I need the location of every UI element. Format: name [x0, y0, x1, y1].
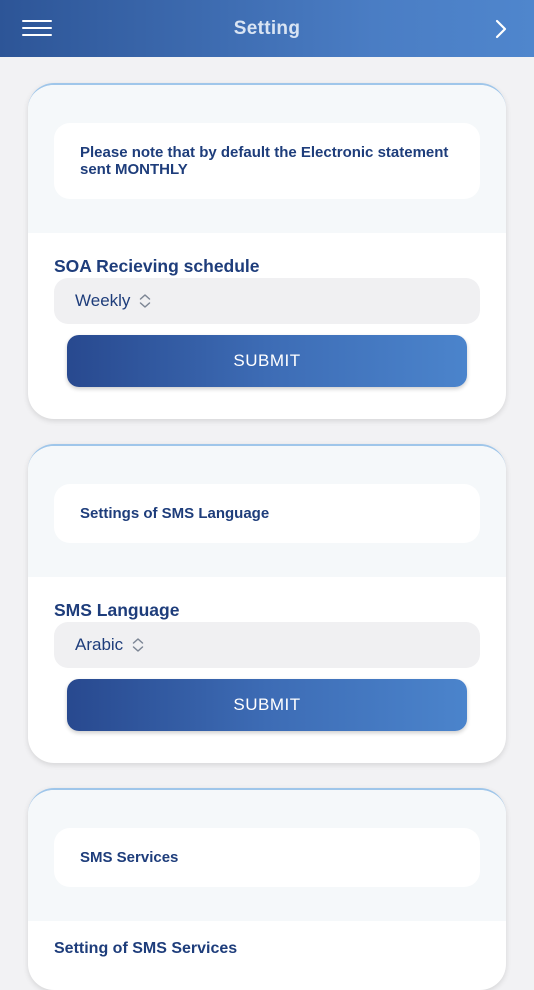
sms-services-note: SMS Services: [80, 849, 179, 866]
soa-schedule-card: Please note that by default the Electron…: [28, 83, 506, 419]
soa-schedule-label: SOA Recieving schedule: [54, 256, 260, 276]
sms-language-note: Settings of SMS Language: [80, 505, 270, 522]
sms-services-label: Setting of SMS Services: [54, 940, 238, 957]
chevron-up-down-icon: [138, 293, 152, 309]
chevron-up-down-icon: [131, 637, 145, 653]
sms-language-select[interactable]: Arabic: [54, 622, 480, 668]
page-title: Setting: [233, 17, 301, 39]
note-box: SMS Services: [54, 828, 480, 887]
soa-schedule-select[interactable]: Weekly: [54, 278, 480, 324]
sms-language-label: SMS Language: [54, 600, 180, 620]
hamburger-menu-icon[interactable]: [20, 18, 54, 40]
app-header: Setting: [0, 0, 534, 57]
chevron-right-icon[interactable]: [490, 17, 512, 41]
default-statement-note: Please note that by default the Electron…: [80, 144, 449, 178]
sms-language-submit-button[interactable]: SUBMIT: [67, 679, 467, 731]
sms-services-card: SMS Services Setting of SMS Services: [28, 788, 506, 990]
sms-language-value: Arabic: [75, 635, 124, 654]
soa-submit-button[interactable]: SUBMIT: [67, 335, 467, 387]
note-box: Settings of SMS Language: [54, 484, 480, 543]
soa-schedule-value: Weekly: [75, 291, 131, 310]
sms-language-card: Settings of SMS Language SMS Language Ar…: [28, 444, 506, 763]
note-box: Please note that by default the Electron…: [54, 123, 480, 199]
